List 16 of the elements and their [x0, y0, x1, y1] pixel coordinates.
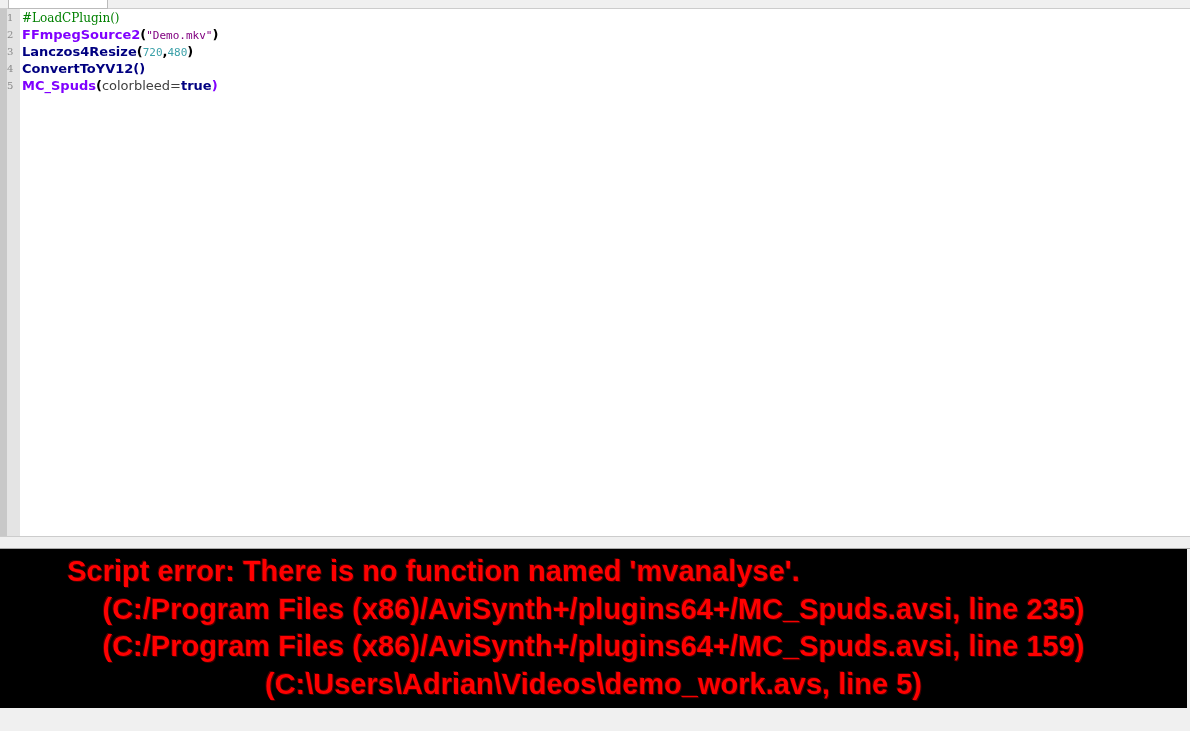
code-line: #LoadCPlugin() — [22, 10, 120, 25]
code-line: ConvertToYV12() — [22, 61, 146, 76]
error-message: (C:/Program Files (x86)/AviSynth+/plugins64+/MC_Spuds.avsi, line 159) — [102, 630, 1085, 662]
line-number: 4 — [7, 63, 14, 74]
error-message: (C:\Users\Adrian\Videos\demo_work.avs, line 5) — [265, 667, 922, 700]
splitter-bar[interactable] — [0, 536, 1190, 549]
code-line: FFmpegSource2("Demo.mkv") — [22, 27, 219, 42]
line-number: 5 — [7, 80, 14, 91]
line-number: 2 — [7, 29, 14, 40]
line-number: 3 — [7, 46, 14, 57]
line-number: 1 — [7, 12, 14, 23]
code-line: Lanczos4Resize(720,480) — [22, 44, 194, 59]
error-message: Script error: There is no function named 'mvanalyse'. — [67, 555, 800, 587]
file-tab[interactable] — [8, 0, 108, 9]
error-message: (C:/Program Files (x86)/AviSynth+/plugins64+/MC_Spuds.avsi, line 235) — [102, 592, 1085, 625]
code-line: MC_Spuds(colorbleed=true) — [22, 78, 218, 93]
